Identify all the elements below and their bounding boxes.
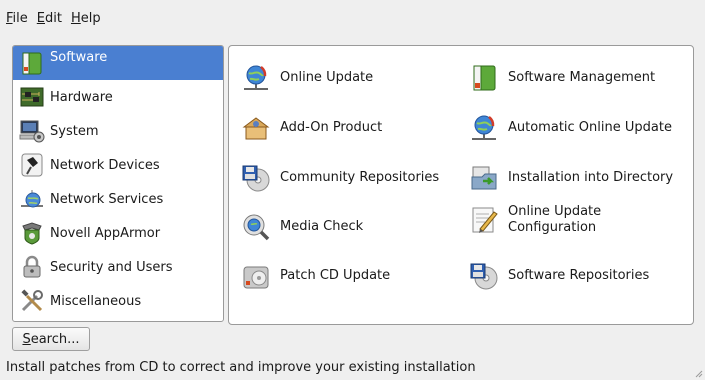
category-label: Network Devices: [50, 157, 160, 173]
module-label: Online Update Configuration: [508, 204, 602, 235]
add-on-product-icon: [242, 117, 270, 140]
module-software-repositories[interactable]: Software Repositories: [469, 261, 649, 291]
module-label: Installation into Directory: [508, 170, 674, 185]
search-button[interactable]: Search...: [12, 327, 90, 351]
module-grid: Online Update Add-On Product Community R…: [228, 45, 694, 325]
category-miscellaneous[interactable]: Miscellaneous: [13, 284, 223, 318]
category-label: Miscellaneous: [50, 293, 142, 309]
tools-icon: [21, 289, 43, 312]
automatic-online-update-icon: [472, 115, 496, 140]
patch-cd-icon: [243, 266, 269, 289]
menu-help[interactable]: Help: [71, 11, 101, 26]
media-check-magnifier-icon: [243, 214, 270, 241]
category-list: Software Hardware System Network Devices: [12, 45, 224, 322]
menu-bar: File Edit Help: [0, 0, 705, 36]
menu-file-label: ile: [12, 10, 28, 26]
module-automatic-online-update[interactable]: Automatic Online Update: [469, 113, 672, 143]
search-button-mnemonic: S: [22, 331, 31, 347]
module-online-update-configuration[interactable]: Online Update Configuration: [469, 204, 601, 236]
module-label: Media Check: [280, 219, 364, 234]
menu-file[interactable]: File: [6, 11, 28, 26]
category-label: Novell AppArmor: [50, 225, 161, 241]
menu-edit-mnemonic: E: [36, 10, 45, 26]
module-label: Online Update: [280, 70, 374, 85]
category-security-and-users[interactable]: Security and Users: [13, 250, 223, 284]
category-software[interactable]: Software: [13, 46, 223, 80]
menu-edit[interactable]: Edit: [37, 11, 62, 26]
module-media-check[interactable]: Media Check: [241, 212, 363, 242]
module-software-management[interactable]: Software Management: [469, 63, 655, 93]
module-patch-cd-update[interactable]: Patch CD Update: [241, 261, 390, 291]
category-hardware[interactable]: Hardware: [13, 80, 223, 114]
category-label: System: [50, 123, 99, 139]
software-management-icon: [473, 65, 496, 91]
update-configuration-pencil-icon: [472, 207, 498, 233]
circuit-board-icon: [20, 87, 44, 107]
menu-help-mnemonic: H: [70, 10, 81, 26]
install-into-directory-icon: [471, 166, 497, 190]
module-online-update[interactable]: Online Update: [241, 63, 373, 93]
category-label: Software: [50, 50, 108, 65]
category-label: Network Services: [50, 191, 164, 207]
network-globe-icon: [21, 190, 43, 208]
software-repositories-icon: [470, 263, 498, 290]
category-network-devices[interactable]: Network Devices: [13, 148, 223, 182]
status-bar-text: Install patches from CD to correct and i…: [6, 360, 476, 375]
menu-help-label: elp: [80, 10, 101, 26]
category-novell-apparmor[interactable]: Novell AppArmor: [13, 216, 223, 250]
menu-edit-label: dit: [45, 10, 62, 26]
module-label: Community Repositories: [280, 170, 440, 185]
module-label: Software Repositories: [508, 268, 650, 283]
community-repos-disk-icon: [242, 165, 270, 192]
module-label: Patch CD Update: [280, 268, 391, 283]
apparmor-shield-icon: [22, 222, 42, 245]
online-update-globe-icon: [244, 65, 268, 90]
category-label: Hardware: [50, 89, 113, 105]
search-button-label: earch...: [30, 331, 80, 347]
module-label: Automatic Online Update: [508, 120, 672, 135]
category-network-services[interactable]: Network Services: [13, 182, 223, 216]
network-card-icon: [21, 153, 43, 177]
software-package-icon: [22, 52, 42, 75]
category-label: Security and Users: [50, 259, 173, 275]
module-label: Software Management: [508, 70, 656, 85]
category-system[interactable]: System: [13, 114, 223, 148]
module-label: Add-On Product: [280, 120, 383, 135]
module-installation-into-directory[interactable]: Installation into Directory: [469, 163, 673, 193]
resize-grip-icon[interactable]: [693, 368, 703, 378]
module-add-on-product[interactable]: Add-On Product: [241, 113, 382, 143]
padlock-icon: [23, 255, 41, 278]
module-community-repositories[interactable]: Community Repositories: [241, 163, 439, 193]
computer-gear-icon: [19, 120, 45, 143]
